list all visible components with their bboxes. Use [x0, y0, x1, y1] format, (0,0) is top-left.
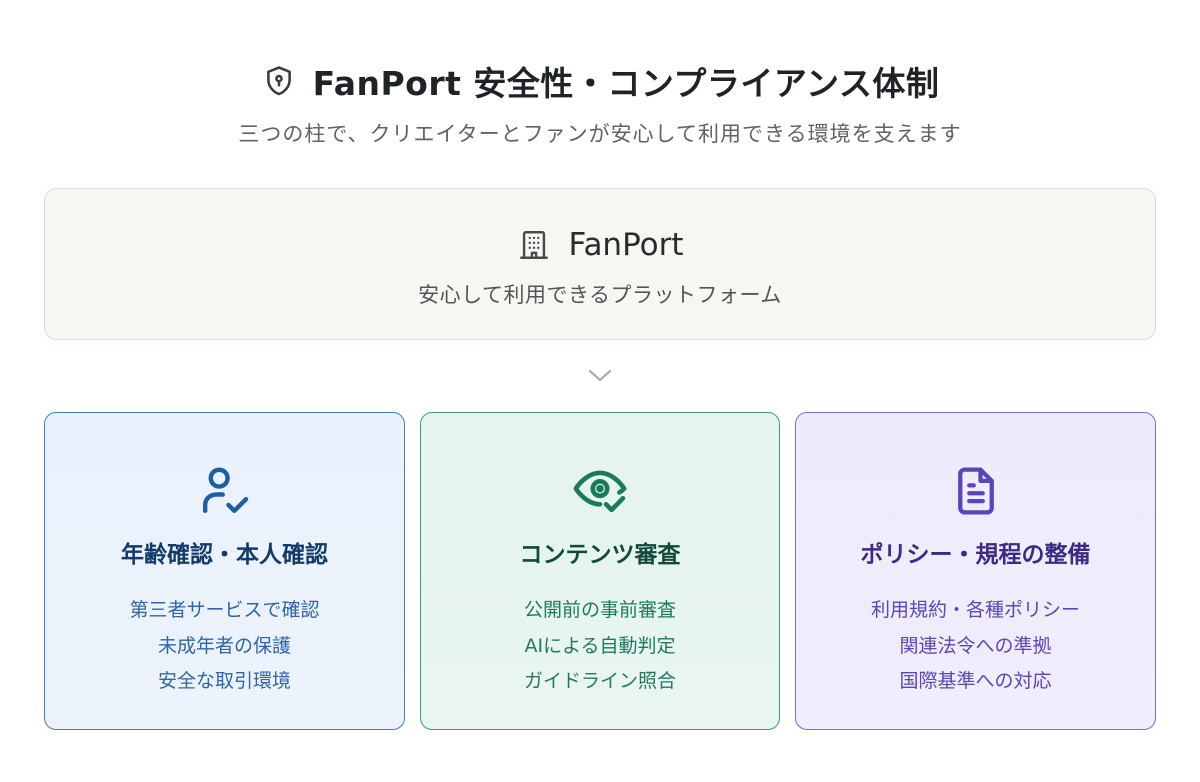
eye-check-icon	[421, 461, 779, 521]
pillar-item: 安全な取引環境	[157, 670, 291, 692]
pillar-item-list: 公開前の事前審査 AIによる自動判定 ガイドライン照合	[421, 593, 779, 700]
pillar-item: ガイドライン照合	[523, 670, 676, 692]
pillar-card-policies: ポリシー・規程の整備 利用規約・各種ポリシー 関連法令への準拠 国際基準への対応	[795, 412, 1156, 730]
pillar-card-verification: 年齢確認・本人確認 第三者サービスで確認 未成年者の保護 安全な取引環境	[44, 412, 405, 730]
pillar-item-list: 利用規約・各種ポリシー 関連法令への準拠 国際基準への対応	[796, 593, 1155, 700]
pillar-item: 国際基準への対応	[899, 670, 1052, 692]
page-title: FanPort 安全性・コンプライアンス体制	[312, 64, 940, 103]
pillar-item-list: 第三者サービスで確認 未成年者の保護 安全な取引環境	[45, 593, 404, 700]
pillar-item: 関連法令への準拠	[899, 634, 1052, 657]
building-icon	[516, 227, 552, 263]
pillar-item: 利用規約・各種ポリシー	[870, 599, 1080, 621]
shield-lock-icon	[261, 63, 297, 99]
chevron-down-icon	[586, 364, 614, 388]
platform-name: FanPort	[568, 227, 684, 263]
compliance-overview: FanPort 安全性・コンプライアンス体制 三つの柱で、クリエイターとファンが…	[0, 0, 1200, 782]
pillar-title: ポリシー・規程の整備	[860, 542, 1091, 568]
pillar-title: コンテンツ審査	[519, 542, 681, 568]
pillar-item: 未成年者の保護	[157, 634, 291, 657]
document-icon	[796, 461, 1155, 521]
platform-description: 安心して利用できるプラットフォーム	[418, 283, 782, 307]
pillar-title: 年齢確認・本人確認	[121, 542, 328, 568]
pillar-item: 第三者サービスで確認	[129, 599, 320, 621]
page-subtitle: 三つの柱で、クリエイターとファンが安心して利用できる環境を支えます	[238, 122, 962, 146]
platform-card: FanPort 安心して利用できるプラットフォーム	[44, 188, 1156, 340]
pillar-item: 公開前の事前審査	[523, 599, 676, 621]
pillar-card-content-review: コンテンツ審査 公開前の事前審査 AIによる自動判定 ガイドライン照合	[420, 412, 780, 730]
platform-name-row: FanPort	[45, 223, 1155, 267]
title-row: FanPort 安全性・コンプライアンス体制	[0, 56, 1200, 106]
pillar-item: AIによる自動判定	[524, 634, 676, 657]
user-check-icon	[45, 461, 404, 521]
